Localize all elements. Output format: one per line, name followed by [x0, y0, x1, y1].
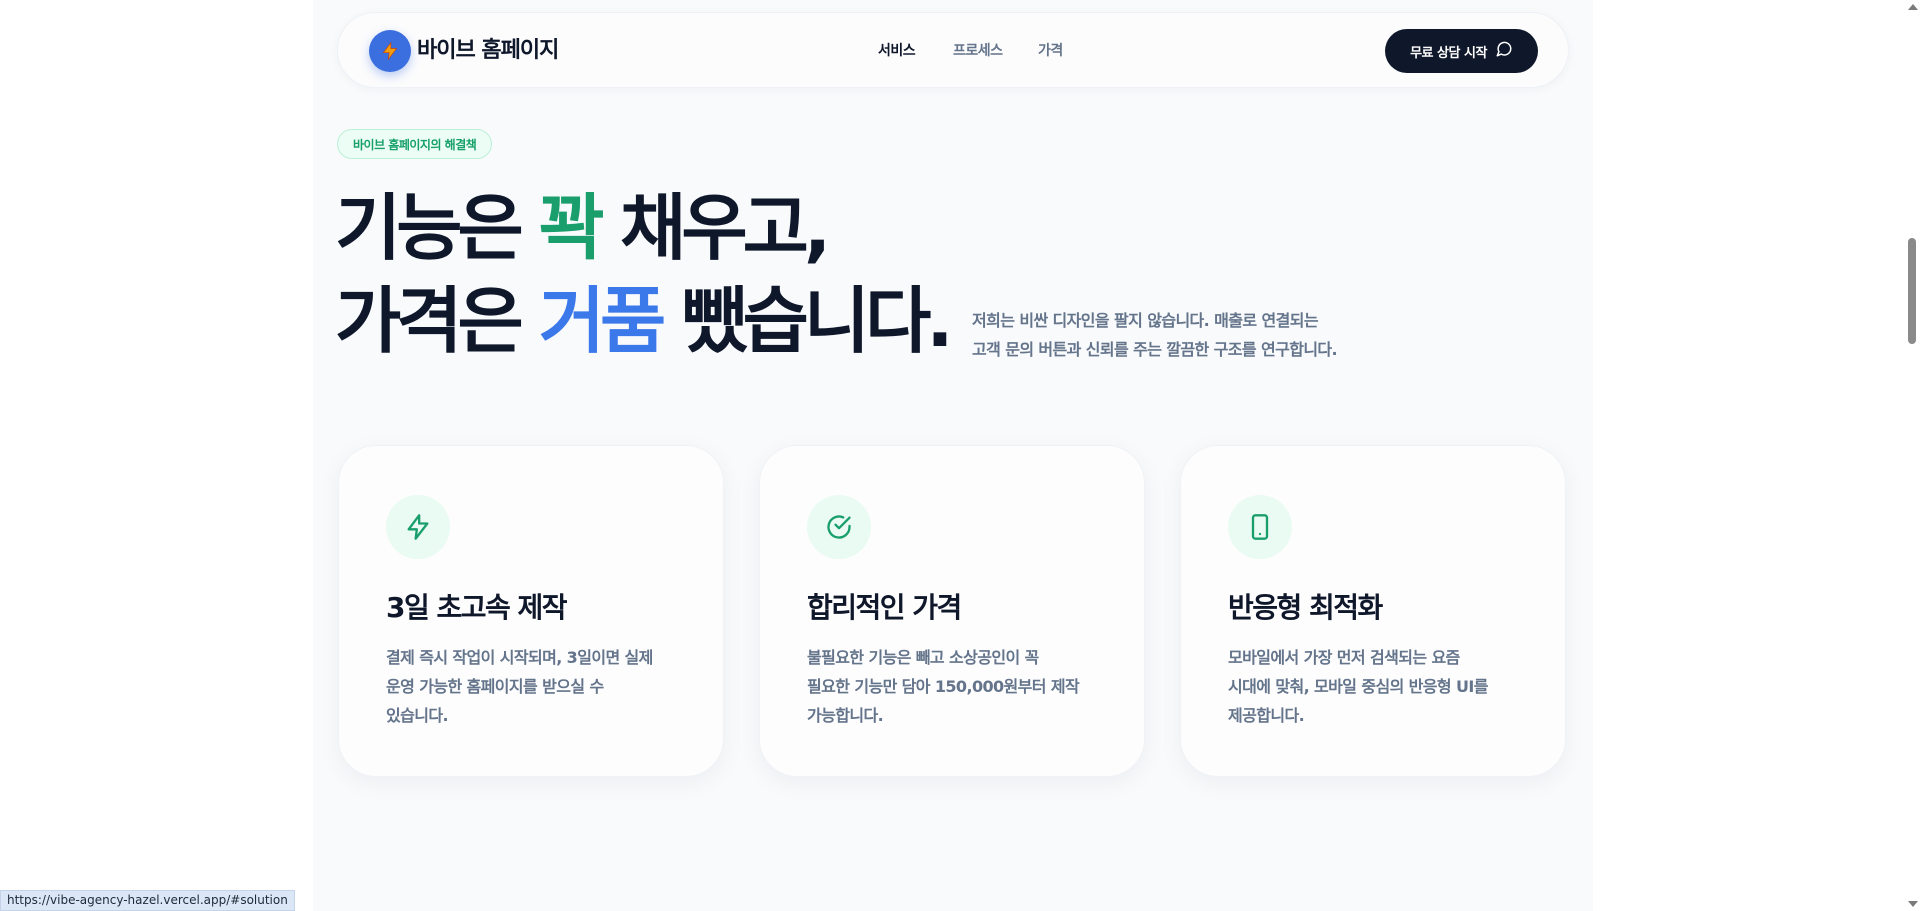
scroll-down-arrow-icon[interactable] — [1908, 901, 1918, 907]
feature-card-reasonable-price: 합리적인 가격 불필요한 기능은 빼고 소상공인이 꼭 필요한 기능만 담아 1… — [759, 445, 1145, 777]
logo-lightning-icon[interactable] — [369, 30, 411, 72]
chat-bubble-icon — [1495, 40, 1513, 62]
check-circle-icon — [807, 495, 871, 559]
logo-text[interactable]: 바이브 홈페이지 — [417, 34, 559, 68]
feature-card-responsive: 반응형 최적화 모바일에서 가장 먼저 검색되는 요즘 시대에 맞춰, 모바일 … — [1180, 445, 1566, 777]
scroll-thumb[interactable] — [1908, 238, 1916, 344]
top-navbar: 바이브 홈페이지 서비스 프로세스 가격 무료 상담 시작 — [337, 12, 1569, 88]
status-bar-url: https://vibe-agency-hazel.vercel.app/#so… — [0, 890, 295, 911]
card-description: 불필요한 기능은 빼고 소상공인이 꼭 필요한 기능만 담아 150,000원부… — [807, 648, 1080, 725]
cta-label: 무료 상담 시작 — [1410, 45, 1487, 61]
card-title: 반응형 최적화 — [1228, 591, 1383, 624]
highlight-green: 꽉 — [538, 186, 605, 270]
card-title: 3일 초고속 제작 — [386, 591, 568, 624]
hero-heading: 기능은 꽉 채우고, 가격은 거품 뺐습니다. — [335, 182, 954, 368]
hero-heading-line-1: 기능은 꽉 채우고, — [335, 186, 831, 270]
nav-link-services[interactable]: 서비스 — [878, 41, 916, 61]
card-title: 합리적인 가격 — [807, 591, 962, 624]
nav-link-pricing[interactable]: 가격 — [1038, 41, 1063, 61]
card-description: 모바일에서 가장 먼저 검색되는 요즘 시대에 맞춰, 모바일 중심의 반응형 … — [1228, 648, 1488, 725]
hero-heading-line-2: 가격은 거품 뺐습니다. — [335, 279, 954, 363]
smartphone-icon — [1228, 495, 1292, 559]
nav-link-process[interactable]: 프로세스 — [953, 41, 1003, 61]
feature-card-fast-production: 3일 초고속 제작 결제 즉시 작업이 시작되며, 3일이면 실제 운영 가능한… — [338, 445, 724, 777]
vertical-scrollbar[interactable] — [1905, 0, 1920, 911]
hero-description: 저희는 비싼 디자인을 팔지 않습니다. 매출로 연결되는 고객 문의 버튼과 … — [972, 311, 1338, 359]
solution-badge: 바이브 홈페이지의 해결책 — [337, 129, 493, 159]
highlight-blue: 거품 — [538, 279, 667, 363]
card-description: 결제 즉시 작업이 시작되며, 3일이면 실제 운영 가능한 홈페이지를 받으실… — [386, 648, 653, 725]
scroll-up-arrow-icon[interactable] — [1908, 4, 1918, 10]
free-consultation-button[interactable]: 무료 상담 시작 — [1385, 29, 1538, 73]
lightning-icon — [386, 495, 450, 559]
